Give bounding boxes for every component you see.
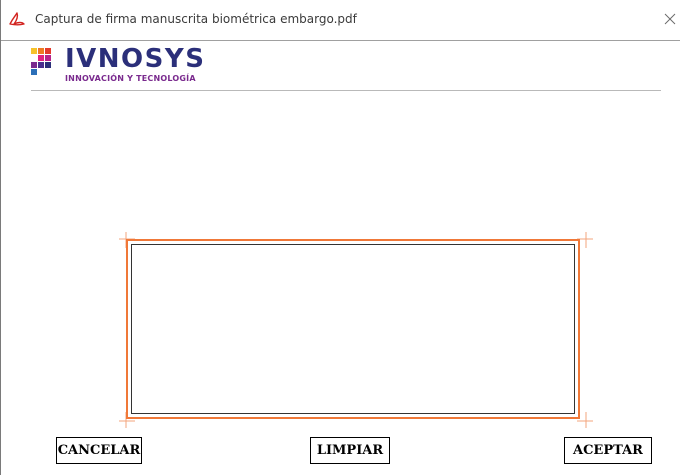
signature-canvas[interactable] <box>131 244 575 414</box>
cancel-button[interactable]: CANCELAR <box>56 437 142 464</box>
logo-wordmark: IVNOSYS <box>65 44 206 74</box>
window-frame-divider <box>1 40 680 41</box>
acrobat-icon <box>7 10 27 30</box>
close-icon[interactable] <box>659 8 680 30</box>
logo-mark-icon <box>31 48 59 76</box>
logo-tagline: INNOVACIÓN Y TECNOLOGÍA <box>65 74 196 83</box>
signature-capture-window: Captura de firma manuscrita biométrica e… <box>0 0 680 475</box>
clear-button[interactable]: LIMPIAR <box>310 437 390 464</box>
window-title: Captura de firma manuscrita biométrica e… <box>35 12 357 26</box>
accept-button[interactable]: ACEPTAR <box>564 437 652 464</box>
company-logo: IVNOSYS INNOVACIÓN Y TECNOLOGÍA <box>31 44 271 90</box>
signature-pad-frame <box>119 232 593 428</box>
header-divider <box>31 90 661 91</box>
title-bar: Captura de firma manuscrita biométrica e… <box>1 0 680 40</box>
